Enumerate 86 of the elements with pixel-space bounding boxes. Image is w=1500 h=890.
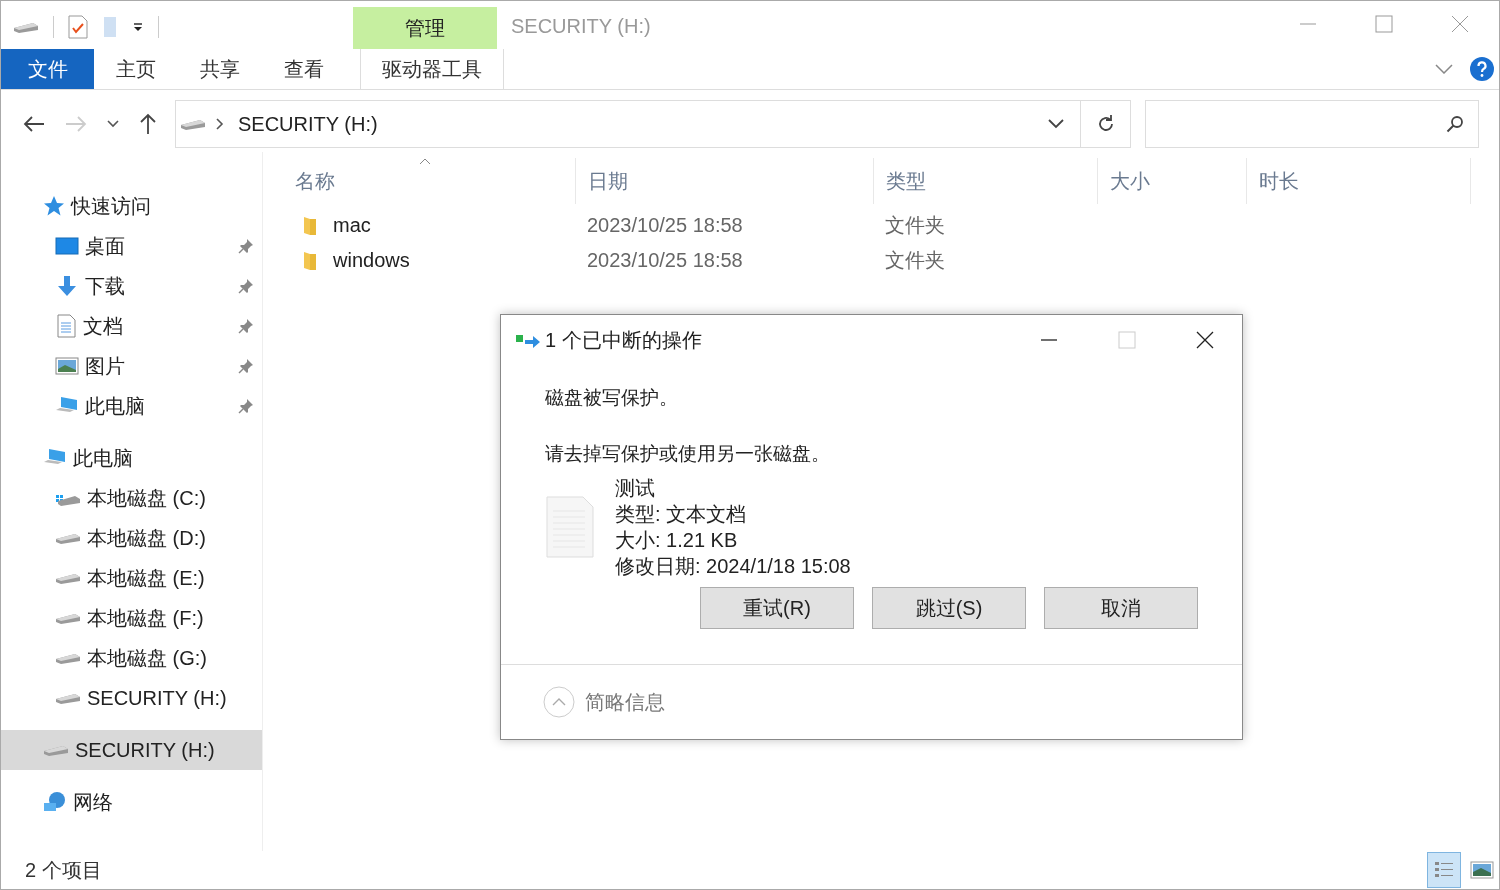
drive-icon: [55, 651, 81, 665]
large-icons-view-icon: [1470, 860, 1494, 880]
refresh-button[interactable]: [1081, 100, 1131, 148]
details-toggle[interactable]: 简略信息: [585, 688, 665, 716]
dropdown-icon[interactable]: [132, 21, 144, 33]
sidebar-item[interactable]: 图片: [1, 346, 262, 386]
star-icon: [43, 195, 65, 217]
sidebar-item[interactable]: 快速访问: [1, 186, 262, 226]
file-name: 测试: [615, 476, 656, 501]
drive-icon: [55, 691, 81, 705]
file-row[interactable]: mac 2023/10/25 18:58 文件夹: [295, 208, 1499, 243]
sidebar-item[interactable]: 文档: [1, 306, 262, 346]
dialog-button[interactable]: 重试(R): [700, 587, 854, 629]
close-icon[interactable]: [1196, 331, 1214, 349]
desktop-icon: [55, 237, 79, 255]
folder-icon: [301, 250, 319, 271]
file-type: 文件夹: [884, 213, 946, 238]
sidebar-item[interactable]: SECURITY (H:): [1, 678, 262, 718]
drive-icon: [55, 531, 81, 545]
up-icon[interactable]: [139, 113, 157, 135]
file-modified: 修改日期: 2024/1/18 15:08: [615, 554, 851, 579]
column-header[interactable]: 名称: [295, 158, 576, 204]
file-date: 2023/10/25 18:58: [586, 214, 744, 237]
sidebar-item[interactable]: 本地磁盘 (E:): [1, 558, 262, 598]
document-icon: [55, 314, 77, 338]
recent-locations-icon[interactable]: [107, 120, 119, 128]
expand-ribbon-icon[interactable]: [1435, 64, 1453, 74]
dialog-message: 磁盘被写保护。: [545, 386, 679, 410]
picture-icon: [55, 357, 79, 375]
dropdown-icon[interactable]: [1048, 119, 1064, 129]
file-type: 类型: 文本文档: [615, 502, 748, 527]
download-icon: [55, 275, 79, 297]
file-row[interactable]: windows 2023/10/25 18:58 文件夹: [295, 243, 1499, 278]
column-header[interactable]: 类型: [874, 158, 1098, 204]
ribbon-tab[interactable]: 共享: [178, 49, 262, 89]
network-icon: [43, 791, 67, 813]
ribbon-tab[interactable]: 主页: [94, 49, 178, 89]
search-icon[interactable]: [1446, 115, 1464, 133]
file-date: 2023/10/25 18:58: [586, 249, 744, 272]
pin-icon[interactable]: [238, 398, 254, 414]
file-tab[interactable]: 文件: [1, 49, 94, 89]
sidebar-item[interactable]: 下载: [1, 266, 262, 306]
chevron-icon: [216, 118, 224, 130]
pin-icon[interactable]: [238, 318, 254, 334]
column-header[interactable]: 大小: [1098, 158, 1247, 204]
drive-icon: [55, 611, 81, 625]
file-type: 文件夹: [884, 248, 946, 273]
pin-icon[interactable]: [238, 238, 254, 254]
address-path[interactable]: SECURITY (H:): [238, 112, 378, 136]
address-bar[interactable]: SECURITY (H:): [175, 100, 1081, 148]
text-file-icon: [545, 495, 595, 559]
sidebar-item[interactable]: 此电脑: [1, 386, 262, 426]
dialog-button[interactable]: 取消: [1044, 587, 1198, 629]
sidebar-item[interactable]: 本地磁盘 (F:): [1, 598, 262, 638]
search-field[interactable]: [1145, 100, 1479, 148]
sidebar-item[interactable]: 网络: [1, 782, 262, 822]
dialog-button[interactable]: 跳过(S): [872, 587, 1026, 629]
context-tab-group: 管理: [353, 7, 497, 49]
pin-icon[interactable]: [238, 358, 254, 374]
sidebar-item[interactable]: 本地磁盘 (C:): [1, 478, 262, 518]
folder-icon: [301, 215, 319, 236]
drive-icon: [43, 743, 69, 757]
sidebar-item[interactable]: SECURITY (H:): [1, 730, 262, 770]
transfer-icon: [515, 332, 541, 348]
window-title: SECURITY (H:): [511, 14, 651, 38]
file-name: mac: [333, 214, 371, 237]
sidebar-item[interactable]: 本地磁盘 (D:): [1, 518, 262, 558]
properties-icon[interactable]: [68, 15, 88, 39]
drive-icon: [180, 117, 206, 131]
sidebar-item[interactable]: 本地磁盘 (G:): [1, 638, 262, 678]
back-icon[interactable]: [23, 115, 45, 133]
dialog-title: 1 个已中断的操作: [545, 327, 702, 353]
ribbon-tab[interactable]: 查看: [262, 49, 346, 89]
file-name: windows: [333, 249, 410, 272]
sidebar-item[interactable]: 桌面: [1, 226, 262, 266]
help-icon[interactable]: [1469, 56, 1495, 82]
drive-icon[interactable]: [13, 20, 39, 34]
dialog-hint: 请去掉写保护或使用另一张磁盘。: [545, 442, 831, 466]
sidebar-item[interactable]: 此电脑: [1, 438, 262, 478]
pin-icon[interactable]: [238, 278, 254, 294]
drive-icon: [55, 571, 81, 585]
view-toggle[interactable]: [1427, 852, 1461, 888]
column-header[interactable]: 日期: [576, 158, 874, 204]
item-count: 2 个项目: [25, 857, 102, 883]
column-header[interactable]: 时长: [1247, 158, 1471, 204]
file-size: 大小: 1.21 KB: [615, 528, 739, 553]
